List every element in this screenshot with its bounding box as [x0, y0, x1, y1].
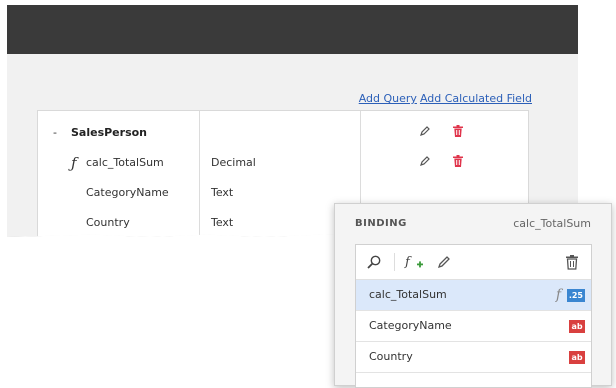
field-list-panel: ƒ calc_TotalSum f .25 CategoryName ab Co…	[355, 244, 592, 388]
search-icon[interactable]	[366, 254, 382, 270]
edit-icon[interactable]	[419, 125, 431, 137]
toolbar-separator	[394, 253, 395, 271]
field-type: Decimal	[211, 156, 256, 169]
field-item-calc-totalsum[interactable]: calc_TotalSum f .25	[356, 280, 591, 311]
field-item-country[interactable]: Country ab	[356, 342, 591, 373]
field-label: Country	[369, 350, 413, 363]
collapse-toggle[interactable]: -	[53, 118, 57, 148]
table-row-root[interactable]: - SalesPerson	[38, 118, 528, 148]
table-row[interactable]: ƒ calc_TotalSum Decimal	[38, 148, 528, 178]
field-label: calc_TotalSum	[369, 288, 447, 301]
function-icon: ƒ	[71, 154, 77, 172]
add-calculated-field-link[interactable]: Add Calculated Field	[420, 92, 532, 105]
string-type-icon: ab	[569, 351, 585, 364]
function-icon: f	[555, 287, 561, 303]
field-label: CategoryName	[369, 319, 452, 332]
add-query-link[interactable]: Add Query	[359, 92, 417, 105]
svg-text:ƒ: ƒ	[404, 255, 412, 270]
binding-title: BINDING	[355, 218, 407, 229]
query-links: Add Query Add Calculated Field	[359, 92, 532, 105]
field-type: Text	[211, 186, 234, 199]
field-name: Country	[86, 216, 130, 229]
add-calculated-field-icon[interactable]: ƒ	[404, 254, 424, 270]
trash-icon[interactable]	[452, 155, 464, 167]
binding-popup: BINDING calc_TotalSum ƒ calc_TotalSum f …	[334, 203, 612, 388]
field-name: CategoryName	[86, 186, 169, 199]
designer-header-bar	[7, 5, 578, 54]
field-item-categoryname[interactable]: CategoryName ab	[356, 311, 591, 342]
field-type: Text	[211, 216, 234, 229]
edit-icon[interactable]	[419, 155, 431, 167]
trash-icon[interactable]	[564, 254, 580, 270]
number-type-icon: .25	[566, 289, 585, 302]
query-name: SalesPerson	[71, 126, 148, 139]
binding-selected-field: calc_TotalSum	[513, 217, 591, 230]
edit-icon[interactable]	[436, 254, 452, 270]
field-list-toolbar: ƒ	[356, 245, 591, 280]
string-type-icon: ab	[569, 320, 585, 333]
field-name: calc_TotalSum	[86, 156, 164, 169]
trash-icon[interactable]	[452, 125, 464, 137]
